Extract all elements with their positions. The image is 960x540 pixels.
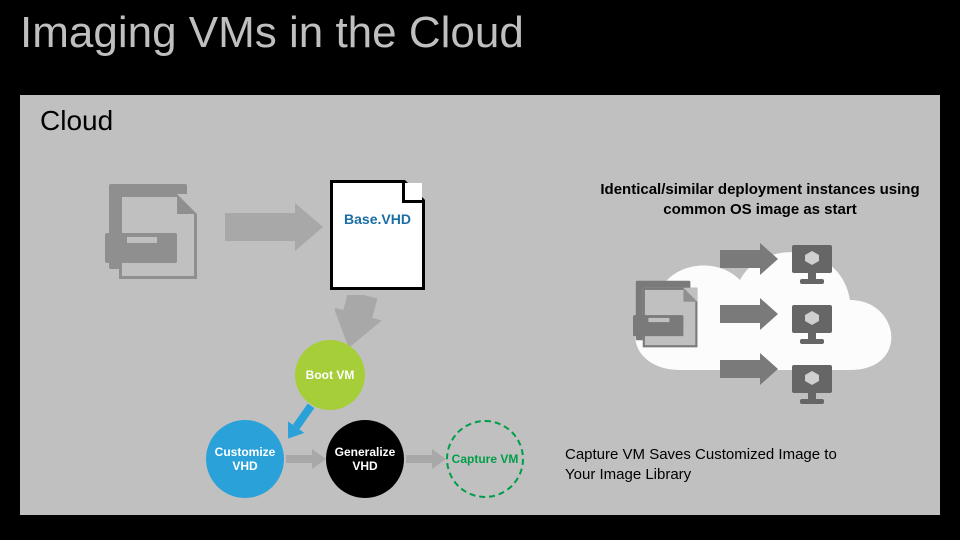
arrow-customize-to-generalize (286, 449, 328, 469)
vm-instance-icon (790, 305, 834, 347)
vm-instance-icon (790, 365, 834, 407)
vm-instance-icon (790, 245, 834, 287)
caption-capture-vm: Capture VM Saves Customized Image to You… (565, 445, 845, 484)
cloud-image-library-icon (640, 285, 710, 345)
slide-title: Imaging VMs in the Cloud (20, 8, 524, 58)
panel-label: Cloud (40, 105, 113, 137)
image-library-icon (115, 190, 215, 275)
step-generalize-vhd: Generalize VHD (326, 420, 404, 498)
base-vhd-file-icon: Base.VHD (330, 180, 425, 290)
arrow-vhd-to-boot (335, 295, 385, 345)
step-customize-vhd: Customize VHD (206, 420, 284, 498)
arrow-boot-to-customize (279, 400, 319, 446)
base-vhd-label: Base.VHD (333, 211, 422, 227)
deployed-vm-list (790, 245, 834, 407)
cloud-panel: Cloud Identical/similar deployment insta… (20, 95, 940, 515)
step-capture-vm: Capture VM (446, 420, 524, 498)
step-boot-vm: Boot VM (295, 340, 365, 410)
arrow-generalize-to-capture (406, 449, 448, 469)
